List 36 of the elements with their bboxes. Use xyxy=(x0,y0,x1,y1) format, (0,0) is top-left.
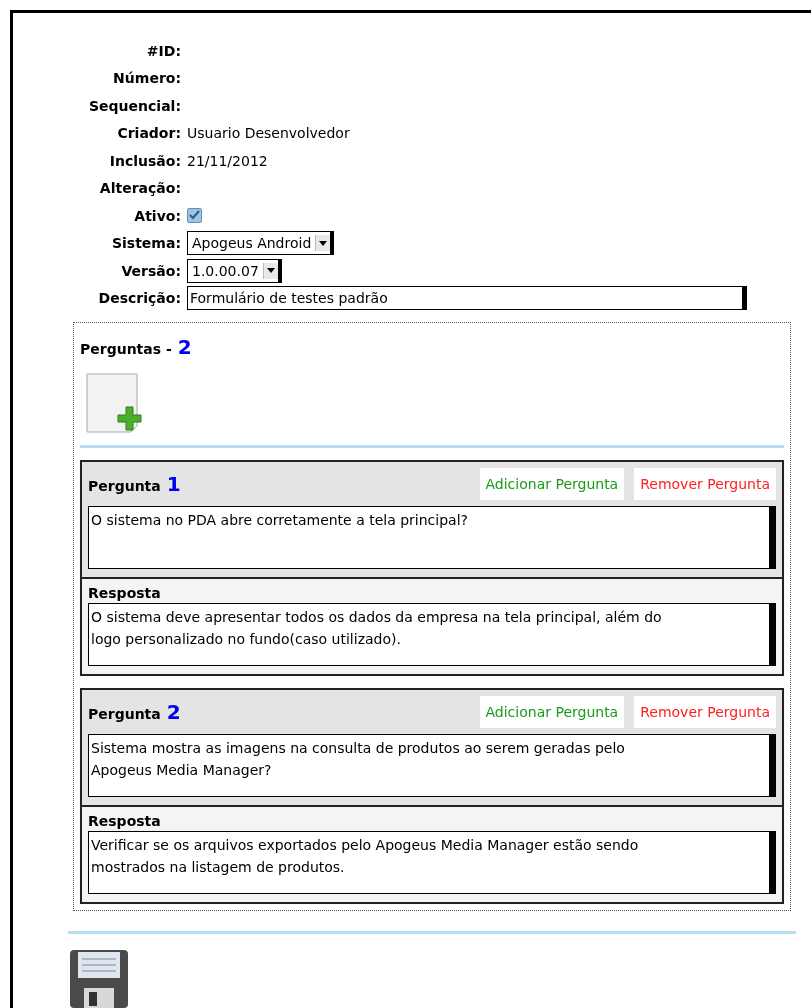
add-question-button[interactable]: Adicionar Pergunta xyxy=(479,696,625,728)
remove-question-button[interactable]: Remover Pergunta xyxy=(634,696,776,728)
field-value: Usuario Desenvolvedor xyxy=(187,125,350,142)
field-label: Descrição: xyxy=(98,290,181,307)
answer-label: Resposta xyxy=(88,813,162,829)
answer-label: Resposta xyxy=(88,585,162,601)
field-label: #ID: xyxy=(146,42,181,59)
field-label: Número: xyxy=(113,70,181,87)
question-label: Pergunta xyxy=(88,478,161,494)
checkbox[interactable] xyxy=(187,208,202,224)
question-count: 2 xyxy=(177,335,192,359)
answer-textarea[interactable]: Verificar se os arquivos exportados pelo Apogeus Media Manager estão sendo mostrados na listagem de produtos. xyxy=(88,831,776,894)
remove-question-button[interactable]: Remover Pergunta xyxy=(634,468,776,500)
section-title: Perguntas - xyxy=(80,341,172,357)
select-field[interactable]: 1.0.00.07 xyxy=(187,258,282,283)
add-question-button[interactable]: Adicionar Pergunta xyxy=(479,468,625,500)
question-number: 1 xyxy=(166,472,181,496)
field-label: Sequencial: xyxy=(89,97,181,114)
input-field[interactable]: Formulário de testes padrão xyxy=(187,286,747,311)
field-label: Alteração: xyxy=(99,180,181,197)
question-label: Pergunta xyxy=(88,706,161,722)
add-document-icon[interactable] xyxy=(86,373,144,435)
select-field[interactable]: Apogeus Android xyxy=(187,231,335,256)
field-label: Sistema: xyxy=(111,235,181,252)
field-label: Criador: xyxy=(117,125,181,142)
field-label: Ativo: xyxy=(134,207,181,224)
dropdown-arrow-icon[interactable] xyxy=(266,268,275,274)
save-icon[interactable] xyxy=(70,950,128,1008)
question-textarea[interactable]: O sistema no PDA abre corretamente a tela principal? xyxy=(88,506,776,569)
field-value: 21/11/2012 xyxy=(187,152,268,169)
question-textarea[interactable]: Sistema mostra as imagens na consulta de produtos ao serem geradas pelo Apogeus Media Manager? xyxy=(88,734,776,797)
question-number: 2 xyxy=(166,700,181,724)
dropdown-arrow-icon[interactable] xyxy=(319,240,328,246)
answer-textarea[interactable]: O sistema deve apresentar todos os dados da empresa na tela principal, além do logo personalizado no fundo(caso utilizado). xyxy=(88,603,776,666)
field-label: Versão: xyxy=(121,262,181,279)
field-label: Inclusão: xyxy=(109,152,181,169)
